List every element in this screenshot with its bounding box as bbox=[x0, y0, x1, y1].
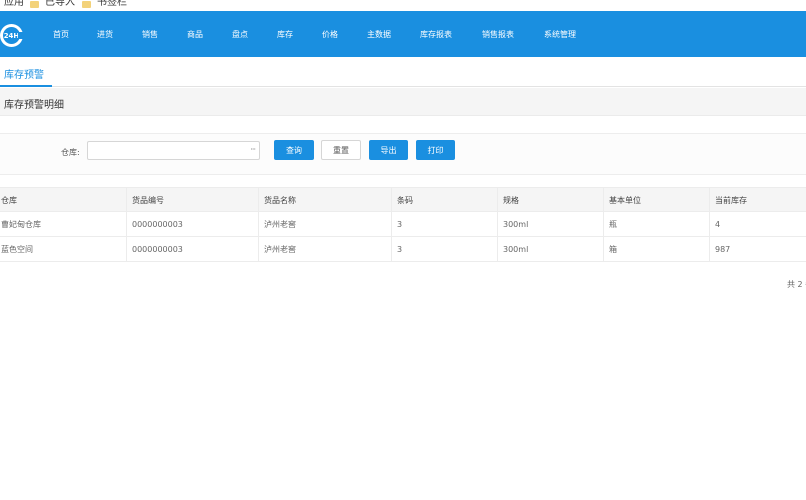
table-cell: 瓶 bbox=[604, 212, 710, 237]
nav-item-goods[interactable]: 商品 bbox=[187, 29, 203, 40]
bookmark-bookmarks-bar[interactable]: 书签栏 bbox=[82, 0, 127, 8]
column-header-warehouse[interactable]: 仓库 bbox=[0, 188, 127, 213]
bookmark-imported-label: 已导入 bbox=[45, 0, 75, 8]
nav-item-stocktaking[interactable]: 盘点 bbox=[232, 29, 248, 40]
table-cell: 0000000003 bbox=[127, 237, 259, 262]
column-header-unit[interactable]: 基本单位 bbox=[604, 188, 710, 213]
table-cell: 300ml bbox=[498, 237, 604, 262]
column-header-current-stock[interactable]: 当前库存 bbox=[710, 188, 806, 213]
bookmark-apps[interactable]: 应用 bbox=[4, 0, 24, 8]
more-icon[interactable]: ··· bbox=[250, 145, 256, 154]
folder-icon bbox=[82, 0, 91, 8]
top-navbar: 24H 首页 进货 销售 商品 盘点 库存 价格 主数据 库存报表 销售报表 系… bbox=[0, 11, 806, 57]
filter-bar: 仓库: ··· 查询 重置 导出 打印 bbox=[0, 133, 806, 175]
logo-gap bbox=[18, 32, 24, 39]
query-button[interactable]: 查询 bbox=[274, 140, 314, 160]
tab-inventory-warning[interactable]: 库存预警 bbox=[0, 66, 52, 87]
nav-item-price[interactable]: 价格 bbox=[322, 29, 338, 40]
pagination-total: 共 2 条 bbox=[787, 280, 806, 289]
table-cell: 蓝色空间 bbox=[0, 237, 127, 262]
bookmark-imported[interactable]: 已导入 bbox=[30, 0, 75, 8]
table-row[interactable]: 蓝色空间 0000000003 泸州老窖 3 300ml 箱 987 bbox=[0, 237, 806, 262]
table-header-row: 仓库 货品编号 货品名称 条码 规格 基本单位 当前库存 bbox=[0, 187, 806, 213]
table-cell: 箱 bbox=[604, 237, 710, 262]
table-cell: 987 bbox=[715, 245, 731, 254]
table-cell: 泸州老窖 bbox=[259, 212, 392, 237]
tab-bar: 库存预警 bbox=[0, 57, 806, 87]
column-header-barcode[interactable]: 条码 bbox=[392, 188, 498, 213]
table-cell: 3 bbox=[392, 212, 498, 237]
print-button[interactable]: 打印 bbox=[416, 140, 455, 160]
column-header-item-code[interactable]: 货品编号 bbox=[127, 188, 259, 213]
warehouse-input[interactable]: ··· bbox=[87, 141, 260, 160]
table-cell: 0000000003 bbox=[127, 212, 259, 237]
logo-text: 24H bbox=[3, 31, 20, 40]
folder-icon bbox=[30, 0, 39, 8]
nav-item-home[interactable]: 首页 bbox=[53, 29, 69, 40]
nav-item-sales[interactable]: 销售 bbox=[142, 29, 158, 40]
export-button[interactable]: 导出 bbox=[369, 140, 408, 160]
nav-item-inventory[interactable]: 库存 bbox=[277, 29, 293, 40]
column-header-spec[interactable]: 规格 bbox=[498, 188, 604, 213]
section-header: 库存预警明细 bbox=[0, 88, 806, 116]
column-header-item-name[interactable]: 货品名称 bbox=[259, 188, 392, 213]
nav-item-sales-report[interactable]: 销售报表 bbox=[482, 29, 514, 40]
table-cell: 曹妃甸仓库 bbox=[0, 212, 127, 237]
nav-item-master-data[interactable]: 主数据 bbox=[367, 29, 391, 40]
nav-item-purchase[interactable]: 进货 bbox=[97, 29, 113, 40]
nav-item-inventory-report[interactable]: 库存报表 bbox=[420, 29, 452, 40]
table-cell: 4 bbox=[715, 220, 721, 229]
logo[interactable]: 24H bbox=[0, 24, 24, 47]
bookmark-apps-label: 应用 bbox=[4, 0, 24, 8]
table-cell: 3 bbox=[392, 237, 498, 262]
inventory-table: 仓库 货品编号 货品名称 条码 规格 基本单位 当前库存 曹妃甸仓库 00000… bbox=[0, 187, 806, 262]
table-cell: 300ml bbox=[498, 212, 604, 237]
reset-button[interactable]: 重置 bbox=[321, 140, 361, 160]
bookmark-bar-label: 书签栏 bbox=[97, 0, 127, 8]
table-cell: 泸州老窖 bbox=[259, 237, 392, 262]
nav-item-system-management[interactable]: 系统管理 bbox=[544, 29, 576, 40]
section-title: 库存预警明细 bbox=[4, 100, 64, 111]
bookmarks-bar: 应用 已导入 书签栏 bbox=[0, 0, 806, 11]
warehouse-label: 仓库: bbox=[61, 148, 80, 157]
table-row[interactable]: 曹妃甸仓库 0000000003 泸州老窖 3 300ml 瓶 4 bbox=[0, 212, 806, 237]
